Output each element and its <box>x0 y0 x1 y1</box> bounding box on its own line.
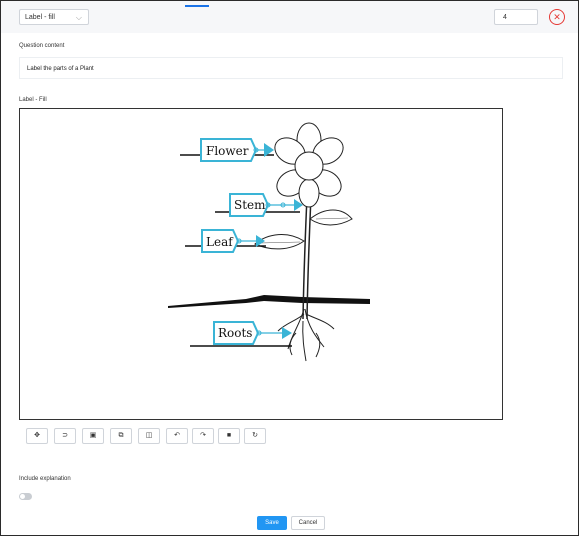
save-button[interactable]: Save <box>257 516 287 530</box>
root <box>277 313 305 332</box>
label-flower[interactable]: Flower <box>200 138 274 162</box>
petal <box>298 178 320 208</box>
active-tab-indicator <box>185 5 209 7</box>
duplicate-tool-button[interactable]: ⧉ <box>110 428 132 444</box>
canvas-section-label: Label - Fill <box>19 97 47 103</box>
label-roots[interactable]: Roots <box>213 321 292 345</box>
label-text-leaf: Leaf <box>206 235 234 249</box>
chevron-down-icon: ⌵ <box>75 13 82 22</box>
undo-button[interactable]: ↶ <box>166 428 188 444</box>
arrow-icon <box>282 327 292 339</box>
label-text-roots: Roots <box>218 326 252 340</box>
upper-leaf <box>309 209 353 226</box>
redo-button[interactable]: ↷ <box>192 428 214 444</box>
flower-center <box>294 151 324 181</box>
root <box>302 320 307 362</box>
editor-window: Label - fill ⌵ 4 ✕ Question content Labe… <box>0 0 579 536</box>
lasso-tool-button[interactable]: ⊃ <box>54 428 76 444</box>
plant-diagram: Flower Stem Leaf Roots <box>168 122 370 362</box>
ground-line <box>168 295 370 308</box>
include-explanation-toggle[interactable] <box>19 493 32 500</box>
top-bar: Label - fill ⌵ 4 ✕ <box>1 1 578 33</box>
label-canvas[interactable]: Flower Stem Leaf Roots <box>19 108 503 420</box>
include-explanation-label: Include explanation <box>19 476 71 482</box>
layers-tool-button[interactable]: ◫ <box>138 428 160 444</box>
question-type-select[interactable]: Label - fill ⌵ <box>19 9 89 25</box>
toggle-knob <box>20 494 25 499</box>
move-tool-button[interactable]: ✥ <box>26 428 48 444</box>
reset-button[interactable]: ↻ <box>244 428 266 444</box>
label-text-stem: Stem <box>234 198 266 212</box>
close-icon[interactable]: ✕ <box>549 9 565 25</box>
question-type-value: Label - fill <box>25 14 55 21</box>
number-input[interactable]: 4 <box>494 9 538 25</box>
flower-head <box>274 122 344 208</box>
question-content-label: Question content <box>19 43 65 49</box>
cancel-button[interactable]: Cancel <box>291 516 325 530</box>
delete-button[interactable]: ■ <box>218 428 240 444</box>
question-content-field[interactable]: Label the parts of a Plant <box>19 57 563 79</box>
root <box>289 332 297 356</box>
label-text-flower: Flower <box>206 144 249 158</box>
image-tool-button[interactable]: ▣ <box>82 428 104 444</box>
label-leaf[interactable]: Leaf <box>201 229 265 253</box>
